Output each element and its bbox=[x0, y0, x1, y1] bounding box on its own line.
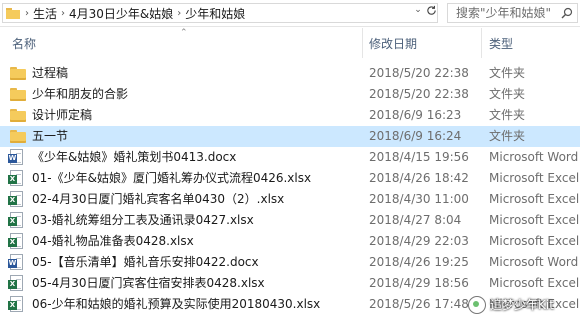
folder-row[interactable]: 设计师定稿 2018/6/9 16:23 文件夹 bbox=[0, 105, 580, 126]
file-name[interactable]: 02-4月30日厦门婚礼宾客名单0430（2）.xlsx bbox=[32, 189, 284, 210]
file-date: 2018/4/26 18:42 bbox=[369, 171, 469, 185]
file-type: Microsoft Word bbox=[489, 150, 579, 164]
file-date: 2018/4/26 19:25 bbox=[369, 255, 469, 269]
file-type: 文件夹 bbox=[489, 87, 526, 101]
watermark-text: 追梦少年Kit bbox=[490, 298, 554, 312]
excel-spreadsheet-icon: X bbox=[8, 275, 23, 291]
chevron-down-icon[interactable]: ⌄ bbox=[412, 3, 424, 17]
excel-spreadsheet-icon: X bbox=[8, 296, 23, 312]
column-header-type[interactable]: 类型 bbox=[489, 34, 513, 54]
address-bar: › 生活 › 4月30日少年&姑娘 › 少年和姑娘 ⌄ bbox=[0, 0, 580, 27]
file-name[interactable]: 设计师定稿 bbox=[32, 105, 92, 126]
breadcrumb-item-3[interactable]: 少年和姑娘 bbox=[184, 5, 246, 22]
file-type: 文件夹 bbox=[489, 129, 526, 143]
file-date: 2018/5/20 22:38 bbox=[369, 66, 469, 80]
file-row[interactable]: X 01-《少年&姑娘》厦门婚礼筹办仪式流程0426.xlsx 2018/4/26 … bbox=[0, 168, 580, 189]
search-input[interactable] bbox=[456, 5, 556, 21]
file-row[interactable]: X 04-婚礼物品准备表0428.xlsx 2018/4/29 22:03 Micro… bbox=[0, 231, 580, 252]
chevron-right-icon[interactable]: › bbox=[58, 8, 68, 19]
file-type: Microsoft Excel bbox=[489, 234, 580, 248]
column-divider[interactable] bbox=[362, 28, 363, 58]
search-icon[interactable] bbox=[561, 7, 573, 19]
folder-row[interactable]: 过程稿 2018/5/20 22:38 文件夹 bbox=[0, 63, 580, 84]
excel-spreadsheet-icon: X bbox=[8, 191, 23, 207]
file-type: 文件夹 bbox=[489, 108, 526, 122]
file-date: 2018/5/26 17:48 bbox=[369, 297, 469, 311]
file-type: Microsoft Excel bbox=[489, 192, 580, 206]
excel-spreadsheet-icon: X bbox=[8, 233, 23, 249]
file-row[interactable]: W 05-【音乐清单】婚礼音乐安排0422.docx 2018/4/26 19:25… bbox=[0, 252, 580, 273]
file-type: Microsoft Excel bbox=[489, 171, 580, 185]
word-document-icon: W bbox=[8, 254, 23, 270]
file-row[interactable]: W 《少年&姑娘》婚礼策划书0413.docx 2018/4/15 19:56 Mic… bbox=[0, 147, 580, 168]
file-name[interactable]: 04-婚礼物品准备表0428.xlsx bbox=[32, 231, 194, 252]
file-type: Microsoft Word bbox=[489, 255, 579, 269]
file-type: Microsoft Excel bbox=[489, 276, 580, 290]
file-name[interactable]: 03-婚礼统筹组分工表及通讯录0427.xlsx bbox=[32, 210, 254, 231]
file-date: 2018/4/30 11:00 bbox=[369, 192, 469, 206]
folder-icon bbox=[10, 67, 26, 80]
file-date: 2018/4/29 22:03 bbox=[369, 234, 469, 248]
file-type: Microsoft Excel bbox=[489, 213, 580, 227]
search-box[interactable] bbox=[447, 3, 578, 23]
file-name[interactable]: 《少年&姑娘》婚礼策划书0413.docx bbox=[32, 147, 236, 168]
file-date: 2018/6/9 16:23 bbox=[369, 108, 462, 122]
file-name[interactable]: 05-【音乐清单】婚礼音乐安排0422.docx bbox=[32, 252, 259, 273]
sort-ascending-icon[interactable]: ⌃ bbox=[180, 28, 188, 38]
file-date: 2018/5/20 22:38 bbox=[369, 87, 469, 101]
chevron-right-icon[interactable]: › bbox=[174, 8, 184, 19]
folder-row[interactable]: 少年和朋友的合影 2018/5/20 22:38 文件夹 bbox=[0, 84, 580, 105]
file-date: 2018/4/27 8:04 bbox=[369, 213, 462, 227]
file-name[interactable]: 五一节 bbox=[32, 126, 68, 147]
file-name[interactable]: 06-少年和姑娘的婚礼预算及实际使用20180430.xlsx bbox=[32, 294, 320, 315]
file-row[interactable]: X 03-婚礼统筹组分工表及通讯录0427.xlsx 2018/4/27 8:04 M… bbox=[0, 210, 580, 231]
column-header-date[interactable]: 修改日期 bbox=[369, 34, 417, 54]
file-row[interactable]: X 02-4月30日厦门婚礼宾客名单0430（2）.xlsx 2018/4/30 1… bbox=[0, 189, 580, 210]
file-date: 2018/4/29 18:56 bbox=[369, 276, 469, 290]
file-row[interactable]: X 05-4月30日厦门宾客住宿安排表0428.xlsx 2018/4/29 18:… bbox=[0, 273, 580, 294]
folder-row[interactable]: 五一节 2018/6/9 16:24 文件夹 bbox=[0, 126, 580, 147]
folder-icon bbox=[10, 88, 26, 101]
folder-icon bbox=[10, 109, 26, 122]
breadcrumb[interactable]: › 生活 › 4月30日少年&姑娘 › 少年和姑娘 bbox=[2, 3, 438, 23]
file-type: 文件夹 bbox=[489, 66, 526, 80]
excel-spreadsheet-icon: X bbox=[8, 170, 23, 186]
chevron-right-icon[interactable]: › bbox=[22, 8, 32, 19]
watermark: 追梦少年Kit bbox=[468, 294, 554, 316]
breadcrumb-item-2[interactable]: 4月30日少年&姑娘 bbox=[68, 5, 174, 22]
wechat-logo-icon bbox=[468, 296, 486, 314]
file-name[interactable]: 过程稿 bbox=[32, 63, 68, 84]
file-name[interactable]: 01-《少年&姑娘》厦门婚礼筹办仪式流程0426.xlsx bbox=[32, 168, 311, 189]
breadcrumb-item-1[interactable]: 生活 bbox=[32, 5, 58, 22]
file-date: 2018/6/9 16:24 bbox=[369, 129, 462, 143]
file-name[interactable]: 少年和朋友的合影 bbox=[32, 84, 128, 105]
column-divider[interactable] bbox=[481, 28, 482, 58]
column-header-name[interactable]: 名称 bbox=[12, 34, 36, 54]
excel-spreadsheet-icon: X bbox=[8, 212, 23, 228]
file-name[interactable]: 05-4月30日厦门宾客住宿安排表0428.xlsx bbox=[32, 273, 265, 294]
refresh-icon[interactable] bbox=[425, 3, 437, 17]
word-document-icon: W bbox=[8, 149, 23, 165]
file-date: 2018/4/15 19:56 bbox=[369, 150, 469, 164]
folder-icon bbox=[10, 130, 26, 143]
folder-icon bbox=[6, 7, 20, 19]
